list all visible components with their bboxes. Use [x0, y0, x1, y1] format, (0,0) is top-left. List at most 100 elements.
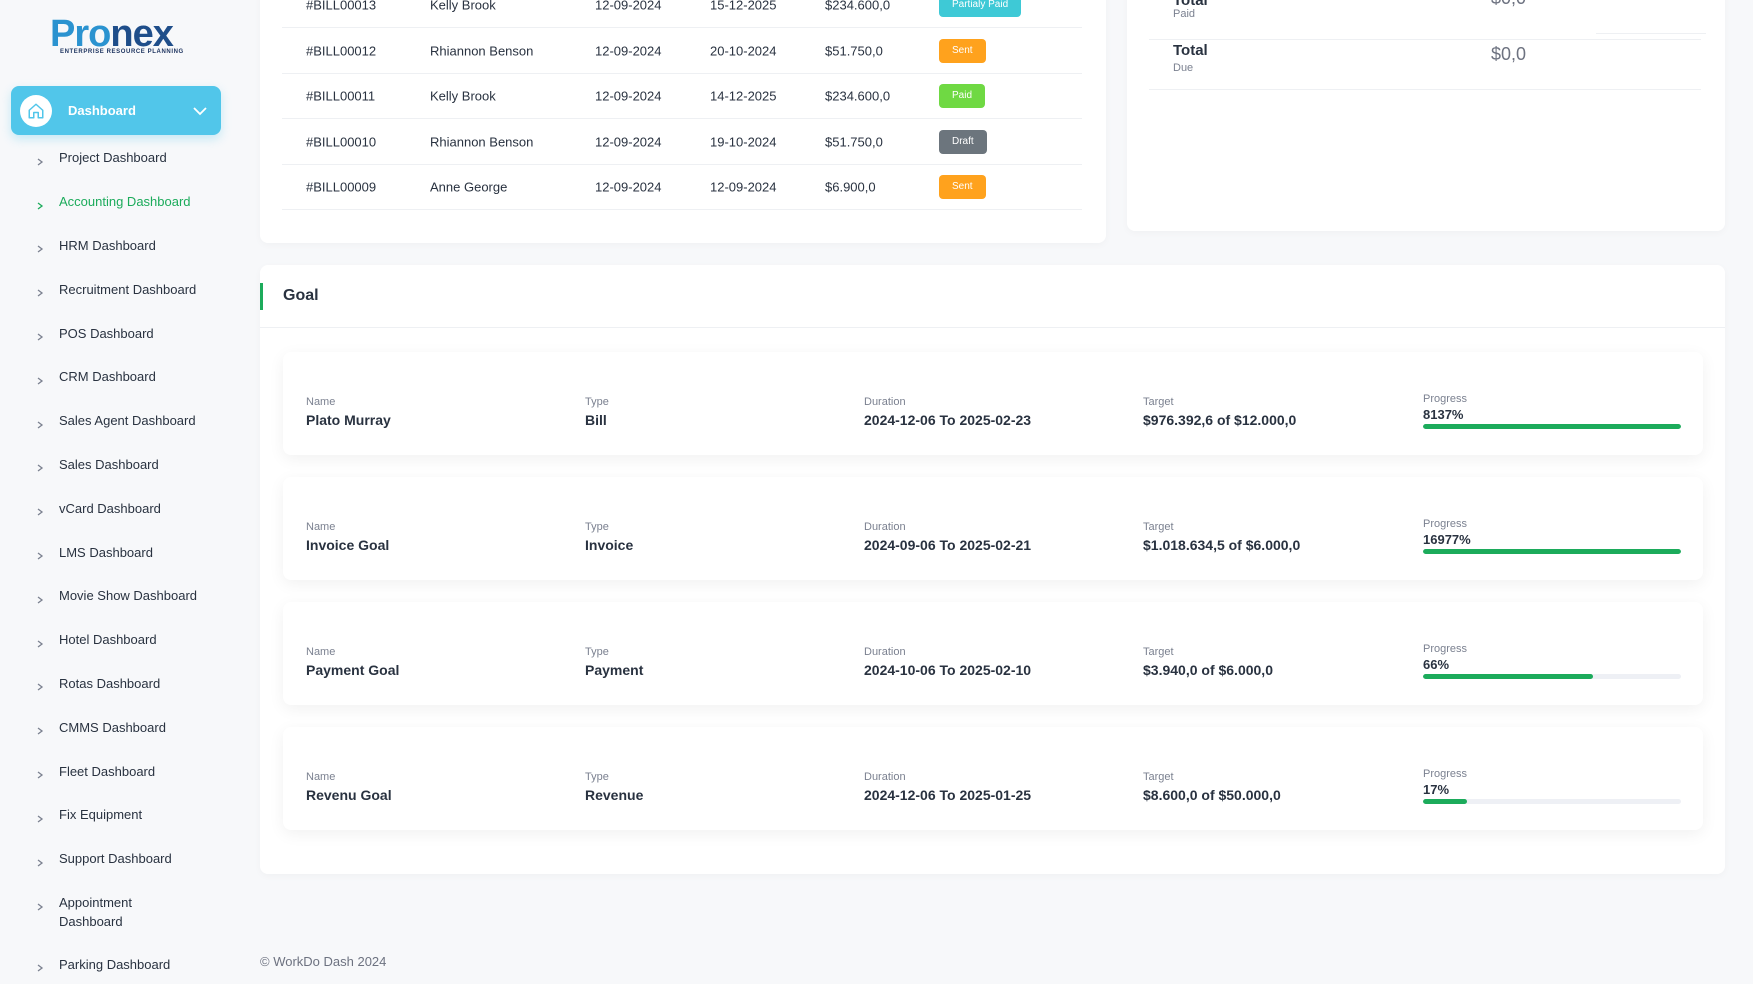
chevron-right-icon [36, 855, 44, 867]
sidebar-item-accounting-dashboard[interactable]: Accounting Dashboard [0, 180, 240, 224]
sidebar-item-label: CRM Dashboard [59, 369, 156, 385]
brand-logo[interactable]: Pronex ENTERPRISE RESOURCE PLANNING [50, 12, 183, 62]
goal-name: Name Payment Goal [306, 645, 399, 680]
bill-vendor: Kelly Brook [430, 0, 496, 13]
goal-accent-bar [260, 283, 263, 310]
progress-bar-fill [1423, 674, 1594, 679]
sidebar-item-label: Sales Dashboard [59, 456, 159, 472]
bill-date: 12-09-2024 [595, 0, 662, 13]
sidebar-item-hotel-dashboard[interactable]: Hotel Dashboard [0, 618, 240, 662]
sidebar-item-hrm-dashboard[interactable]: HRM Dashboard [0, 224, 240, 268]
sidebar-item-label: Hotel Dashboard [59, 632, 157, 648]
sidebar-item-recruitment-dashboard[interactable]: Recruitment Dashboard [0, 267, 240, 311]
sidebar-item-project-dashboard[interactable]: Project Dashboard [0, 136, 240, 180]
goal-duration: Duration 2024-12-06 To 2025-02-23 [864, 395, 1031, 430]
bill-vendor: Rhiannon Benson [430, 134, 534, 149]
sidebar-item-label: Project Dashboard [59, 150, 167, 166]
chevron-down-icon [191, 102, 209, 120]
bills-card: #BILL00013 Kelly Brook 12-09-2024 15-12-202… [260, 0, 1106, 243]
bill-due-date: 12-09-2024 [710, 179, 777, 195]
goal-progress: Progress 8137% [1423, 392, 1681, 429]
bill-amount: $234.600,0 [825, 88, 891, 104]
progress-bar-fill [1423, 799, 1467, 804]
sidebar-item-label: vCard Dashboard [59, 500, 161, 516]
goal-progress-label: Progress [1423, 393, 1468, 405]
bill-date: 12-09-2024 [595, 134, 662, 149]
sidebar-item-label: Fleet Dashboard [59, 763, 156, 779]
bill-due-date: 19-10-2024 [710, 134, 777, 149]
bill-id-link[interactable]: #BILL00011 [306, 89, 375, 104]
bill-date: 12-09-2024 [595, 88, 662, 104]
sidebar-item-pos-dashboard[interactable]: POS Dashboard [0, 311, 240, 355]
progress-bar-fill [1423, 424, 1681, 429]
goal-name: Name Plato Murray [306, 395, 391, 430]
chevron-right-icon [36, 636, 44, 648]
goal-duration-label: Duration [864, 521, 906, 533]
goal-name-value: Plato Murray [306, 412, 391, 428]
goal-duration-label: Duration [864, 646, 906, 658]
bill-id-link[interactable]: #BILL00009 [306, 180, 376, 195]
chevron-right-icon [36, 960, 44, 972]
progress-bar [1423, 674, 1681, 679]
sidebar-item-label: Sales Agent Dashboard [59, 413, 196, 429]
goal-duration: Duration 2024-12-06 To 2025-01-25 [864, 770, 1031, 805]
total-due-sub: Due [1173, 62, 1194, 74]
bill-date: 12-09-2024 [595, 43, 662, 58]
sidebar-item-cmms-dashboard[interactable]: CMMS Dashboard [0, 705, 240, 749]
goal-title: Goal [283, 287, 319, 304]
sidebar-item-label: Appointment Dashboard [59, 894, 132, 929]
goal-progress-value: 16977% [1423, 532, 1471, 547]
sidebar-item-fix-equipment[interactable]: Fix Equipment [0, 793, 240, 837]
sidebar-item-support-dashboard[interactable]: Support Dashboard [0, 837, 240, 881]
goal-target: Target $1.018.634,5 of $6.000,0 [1143, 520, 1300, 555]
goal-type: Type Bill [585, 395, 609, 430]
sidebar-item-crm-dashboard[interactable]: CRM Dashboard [0, 355, 240, 399]
bill-due-date: 14-12-2025 [710, 88, 777, 104]
sidebar-item-parking-dashboard[interactable]: Parking Dashboard [0, 943, 240, 984]
goal-type-value: Bill [585, 412, 607, 428]
chevron-right-icon [36, 241, 44, 254]
goal-target: Target $976.392,6 of $12.000,0 [1143, 395, 1296, 430]
goal-target-label: Target [1143, 396, 1174, 408]
total-due-row: Total Due $0,0 [1149, 34, 1701, 90]
goal-type: Type Payment [585, 645, 643, 680]
goal-name-value: Revenu Goal [306, 787, 392, 803]
status-badge: Sent [939, 175, 986, 199]
sidebar-group-dashboard[interactable]: Dashboard [11, 86, 221, 135]
sidebar-item-lms-dashboard[interactable]: LMS Dashboard [0, 530, 240, 574]
sidebar-item-movie-show-dashboard[interactable]: Movie Show Dashboard [0, 574, 240, 618]
totals-card: Total Paid $0,0 Total Due $0,0 [1127, 0, 1725, 231]
goal-progress-value: 17% [1423, 782, 1450, 797]
sidebar-item-sales-agent-dashboard[interactable]: Sales Agent Dashboard [0, 399, 240, 443]
sidebar-item-label: HRM Dashboard [59, 237, 156, 253]
goal-type-value: Payment [585, 662, 644, 678]
sidebar-item-label: Parking Dashboard [59, 956, 171, 972]
goal-card: Goal Name Plato Murray Type Bill Duration 202… [260, 265, 1725, 874]
goal-type-label: Type [585, 771, 609, 783]
goal-item: Name Revenu Goal Type Revenue Duration 2024-1… [283, 727, 1703, 830]
goal-duration-value: 2024-12-06 To 2025-02-23 [864, 412, 1032, 428]
goal-target: Target $8.600,0 of $50.000,0 [1143, 770, 1281, 805]
goal-name-label: Name [306, 396, 336, 408]
home-icon [20, 94, 52, 127]
sidebar-item-vcard-dashboard[interactable]: vCard Dashboard [0, 486, 240, 530]
chevron-right-icon [36, 460, 44, 472]
goal-progress-value: 66% [1423, 657, 1450, 672]
chevron-right-icon [36, 548, 44, 560]
goal-target-label: Target [1143, 771, 1174, 783]
footer-copyright: © WorkDo Dash 2024 [260, 954, 387, 969]
goal-target-label: Target [1143, 646, 1174, 658]
goal-name-label: Name [306, 646, 336, 658]
bill-id-link[interactable]: #BILL00010 [306, 134, 376, 149]
chevron-right-icon [36, 504, 44, 516]
total-paid-sub: Paid [1173, 8, 1196, 20]
logo-tagline: ENTERPRISE RESOURCE PLANNING [60, 49, 184, 55]
sidebar-item-rotas-dashboard[interactable]: Rotas Dashboard [0, 662, 240, 706]
bill-id-link[interactable]: #BILL00013 [306, 0, 376, 13]
sidebar: Pronex ENTERPRISE RESOURCE PLANNING Dash… [0, 0, 240, 984]
sidebar-item-sales-dashboard[interactable]: Sales Dashboard [0, 443, 240, 487]
sidebar-item-fleet-dashboard[interactable]: Fleet Dashboard [0, 749, 240, 793]
sidebar-item-appointment-dashboard[interactable]: Appointment Dashboard [0, 881, 160, 943]
bill-id-link[interactable]: #BILL00012 [306, 43, 376, 58]
status-badge: Draft [939, 129, 987, 154]
